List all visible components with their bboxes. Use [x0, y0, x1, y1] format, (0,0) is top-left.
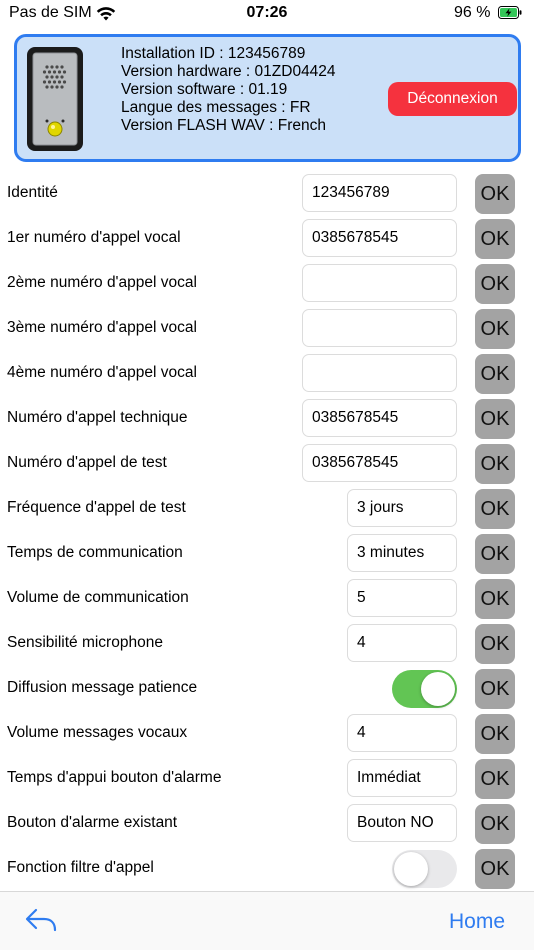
ok-button[interactable]: OK [475, 489, 515, 529]
setting-label: 2ème numéro d'appel vocal [7, 274, 197, 291]
ok-button[interactable]: OK [475, 264, 515, 304]
ok-button[interactable]: OK [475, 174, 515, 214]
setting-label: Fréquence d'appel de test [7, 499, 186, 516]
test-frequency-field[interactable]: 3 jours [347, 489, 457, 527]
setting-label: Numéro d'appel technique [7, 409, 188, 426]
voice-messages-volume-field[interactable]: 4 [347, 714, 457, 752]
message-language: Langue des messages : FR [121, 99, 311, 116]
voice-number-2-input[interactable] [302, 264, 457, 302]
setting-label: Identité [7, 184, 58, 201]
setting-row-test-number: Numéro d'appel de test 0385678545 OK [0, 442, 534, 487]
ok-button[interactable]: OK [475, 759, 515, 799]
ok-button[interactable]: OK [475, 309, 515, 349]
ok-button[interactable]: OK [475, 714, 515, 754]
bottom-toolbar: Home [0, 891, 534, 950]
setting-row-voice-messages-volume: Volume messages vocaux 4 OK [0, 712, 534, 757]
battery-percent: 96 % [454, 4, 491, 21]
intercom-device-image [27, 47, 83, 151]
setting-row-voice-number-4: 4ème numéro d'appel vocal OK [0, 352, 534, 397]
ok-button[interactable]: OK [475, 624, 515, 664]
ok-button[interactable]: OK [475, 219, 515, 259]
ok-button[interactable]: OK [475, 354, 515, 394]
toggle-knob [421, 672, 455, 706]
logout-button[interactable]: Déconnexion [388, 82, 517, 116]
flash-wav-version: Version FLASH WAV : French [121, 117, 327, 134]
software-version: Version software : 01.19 [121, 81, 288, 98]
setting-row-call-filter: Fonction filtre d'appel OK [0, 847, 534, 892]
ok-button[interactable]: OK [475, 849, 515, 889]
setting-row-microphone-sensitivity: Sensibilité microphone 4 OK [0, 622, 534, 667]
setting-label: Temps d'appui bouton d'alarme [7, 769, 222, 786]
setting-row-voice-number-3: 3ème numéro d'appel vocal OK [0, 307, 534, 352]
setting-row-technical-number: Numéro d'appel technique 0385678545 OK [0, 397, 534, 442]
setting-label: Volume de communication [7, 589, 189, 606]
communication-volume-field[interactable]: 5 [347, 579, 457, 617]
communication-time-field[interactable]: 3 minutes [347, 534, 457, 572]
identity-input[interactable]: 123456789 [302, 174, 457, 212]
setting-label: 1er numéro d'appel vocal [7, 229, 181, 246]
setting-label: Temps de communication [7, 544, 183, 561]
call-filter-toggle[interactable] [392, 850, 457, 888]
battery-charging-icon [498, 6, 522, 19]
patience-message-toggle[interactable] [392, 670, 457, 708]
setting-row-test-frequency: Fréquence d'appel de test 3 jours OK [0, 487, 534, 532]
setting-label: 4ème numéro d'appel vocal [7, 364, 197, 381]
toggle-knob [394, 852, 428, 886]
setting-label: Sensibilité microphone [7, 634, 163, 651]
setting-row-communication-volume: Volume de communication 5 OK [0, 577, 534, 622]
setting-row-identity: Identité 123456789 OK [0, 172, 534, 217]
back-arrow-icon[interactable] [24, 906, 60, 934]
voice-number-3-input[interactable] [302, 309, 457, 347]
ok-button[interactable]: OK [475, 534, 515, 574]
ok-button[interactable]: OK [475, 804, 515, 844]
microphone-sensitivity-field[interactable]: 4 [347, 624, 457, 662]
test-number-input[interactable]: 0385678545 [302, 444, 457, 482]
hardware-version: Version hardware : 01ZD04424 [121, 63, 336, 80]
setting-label: Fonction filtre d'appel [7, 859, 154, 876]
ok-button[interactable]: OK [475, 399, 515, 439]
setting-row-communication-time: Temps de communication 3 minutes OK [0, 532, 534, 577]
setting-row-alarm-button-type: Bouton d'alarme existant Bouton NO OK [0, 802, 534, 847]
setting-row-voice-number-2: 2ème numéro d'appel vocal OK [0, 262, 534, 307]
ok-button[interactable]: OK [475, 669, 515, 709]
setting-row-voice-number-1: 1er numéro d'appel vocal 0385678545 OK [0, 217, 534, 262]
installation-id: Installation ID : 123456789 [121, 45, 306, 62]
setting-label: Volume messages vocaux [7, 724, 188, 741]
settings-list: Identité 123456789 OK 1er numéro d'appel… [0, 172, 534, 892]
device-info-text: Installation ID : 123456789 Version hard… [121, 45, 336, 135]
setting-label: Diffusion message patience [7, 679, 198, 696]
ok-button[interactable]: OK [475, 444, 515, 484]
setting-row-alarm-press-time: Temps d'appui bouton d'alarme Immédiat O… [0, 757, 534, 802]
setting-label: 3ème numéro d'appel vocal [7, 319, 197, 336]
setting-label: Numéro d'appel de test [7, 454, 167, 471]
voice-number-1-input[interactable]: 0385678545 [302, 219, 457, 257]
ok-button[interactable]: OK [475, 579, 515, 619]
setting-label: Bouton d'alarme existant [7, 814, 178, 831]
status-bar: Pas de SIM 07:26 96 % [0, 0, 534, 28]
home-link[interactable]: Home [449, 910, 505, 934]
voice-number-4-input[interactable] [302, 354, 457, 392]
alarm-press-time-field[interactable]: Immédiat [347, 759, 457, 797]
alarm-button-type-field[interactable]: Bouton NO [347, 804, 457, 842]
device-info-card: Installation ID : 123456789 Version hard… [14, 34, 521, 162]
setting-row-patience-message: Diffusion message patience OK [0, 667, 534, 712]
technical-number-input[interactable]: 0385678545 [302, 399, 457, 437]
